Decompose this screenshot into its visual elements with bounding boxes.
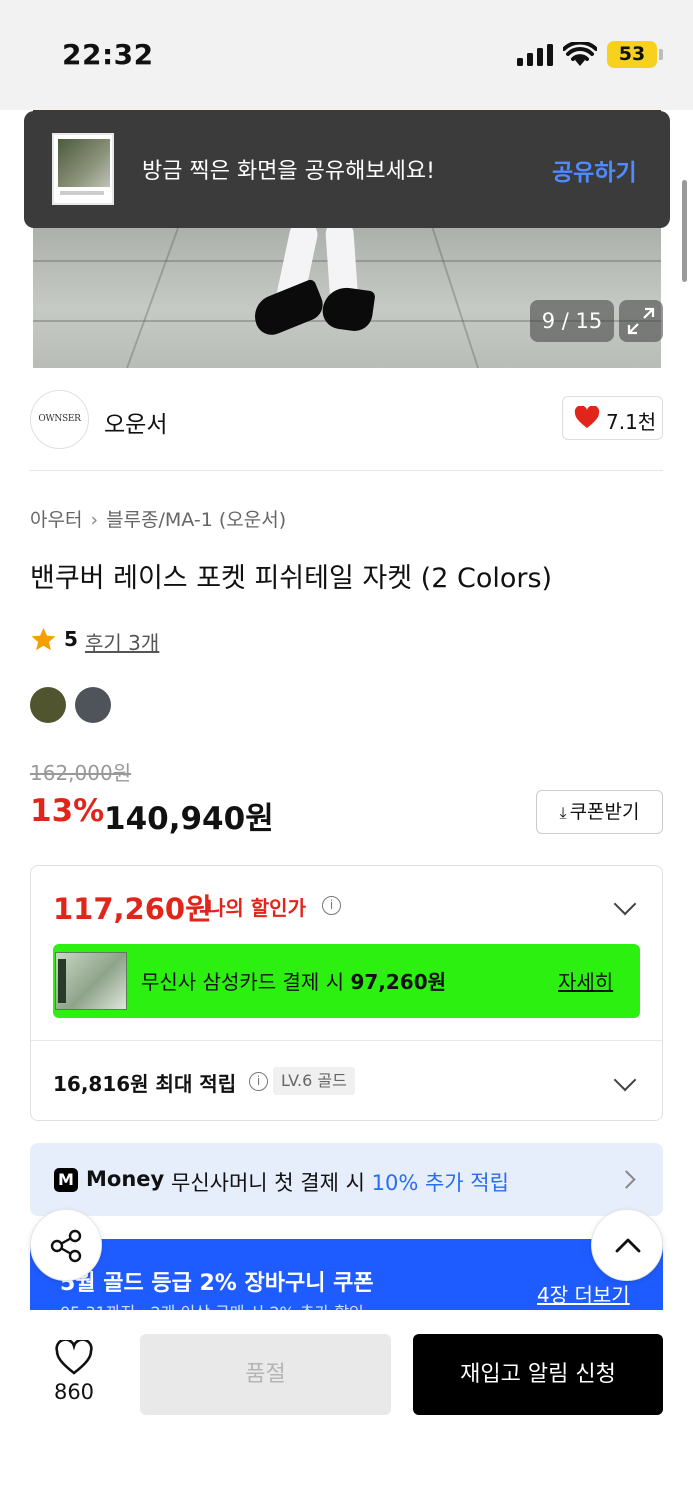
wifi-icon	[563, 42, 597, 66]
brand-like-button[interactable]: 7.1천	[562, 396, 663, 440]
review-link[interactable]: 후기 3개	[85, 627, 159, 656]
battery-indicator: 53	[607, 41, 657, 68]
expand-icon	[627, 307, 655, 335]
bottom-action-bar: 860 품절 재입고 알림 신청	[0, 1310, 693, 1500]
breadcrumb-subcategory[interactable]: 블루종/MA-1 (오운서)	[106, 509, 286, 531]
card-promo-banner[interactable]: 무신사 삼성카드 결제 시 97,260원 자세히	[53, 944, 640, 1018]
sale-price: 140,940원	[104, 801, 274, 837]
coupon-more-link[interactable]: 4장 더보기	[537, 1279, 630, 1308]
card-image	[55, 952, 127, 1010]
coupon-button[interactable]: ⤓ 쿠폰받기	[536, 790, 663, 834]
star-icon	[31, 627, 56, 651]
coupon-button-label: 쿠폰받기	[569, 801, 640, 823]
screenshot-thumbnail[interactable]	[52, 133, 114, 205]
discount-rate: 13%	[30, 793, 105, 829]
chevron-down-icon[interactable]	[613, 892, 637, 916]
divider	[31, 1040, 662, 1041]
card-promo-detail-link[interactable]: 자세히	[558, 966, 613, 995]
membership-level-badge: LV.6 골드	[273, 1067, 355, 1095]
breadcrumb: 아우터 › 블루종/MA-1 (오운서)	[30, 505, 286, 532]
musinsa-money-banner[interactable]: M Money 무신사머니 첫 결제 시 10% 추가 적립	[30, 1143, 663, 1216]
max-points-text: 16,816원 최대 적립	[53, 1072, 237, 1096]
status-bar: 22:32 53	[0, 0, 693, 110]
download-icon: ⤓	[559, 803, 567, 822]
money-brand: Money	[86, 1167, 165, 1191]
benefit-box: 117,260원 나의 할인가 i 무신사 삼성카드 결제 시 97,260원 …	[30, 865, 663, 1121]
share-toast: 방금 찍은 화면을 공유해보세요! 공유하기	[24, 111, 670, 228]
wish-count: 860	[53, 1380, 95, 1404]
info-icon[interactable]: i	[249, 1072, 268, 1091]
chevron-down-icon[interactable]	[613, 1068, 637, 1092]
brand-like-count: 7.1천	[606, 410, 657, 434]
cellular-signal-icon	[517, 44, 553, 66]
coupon-banner[interactable]: 5월 골드 등급 2% 장바구니 쿠폰 4장 더보기 05.31까지 · 2개 …	[30, 1239, 663, 1314]
scroll-indicator[interactable]	[682, 180, 687, 282]
rating-score: 5	[64, 627, 78, 651]
scroll-top-button[interactable]	[591, 1209, 663, 1281]
heart-icon	[574, 406, 600, 428]
money-logo-icon: M	[54, 1168, 78, 1192]
color-swatch-charcoal[interactable]	[75, 687, 111, 723]
expand-button[interactable]	[619, 300, 663, 342]
brand-name[interactable]: 오운서	[104, 405, 167, 439]
info-icon[interactable]: i	[322, 896, 341, 915]
breadcrumb-separator-icon: ›	[90, 509, 99, 531]
color-swatch-olive[interactable]	[30, 687, 66, 723]
original-price: 162,000원	[30, 761, 132, 785]
heart-icon[interactable]	[54, 1340, 94, 1376]
money-promo-text: 무신사머니 첫 결제 시 10% 추가 적립	[171, 1171, 509, 1195]
toast-message: 방금 찍은 화면을 공유해보세요!	[142, 159, 435, 184]
toast-share-button[interactable]: 공유하기	[552, 153, 637, 187]
chevron-right-icon	[617, 1170, 636, 1189]
brand-row: OWNSER 오운서 7.1천	[30, 390, 663, 450]
share-button[interactable]	[30, 1209, 102, 1281]
my-discount-price: 117,260원	[53, 892, 212, 926]
card-promo-text: 무신사 삼성카드 결제 시 97,260원	[141, 970, 447, 994]
my-discount-price-label: 나의 할인가	[207, 896, 306, 920]
battery-nub	[659, 49, 663, 60]
restock-alert-button[interactable]: 재입고 알림 신청	[413, 1334, 663, 1415]
share-icon	[50, 1229, 82, 1263]
divider	[30, 470, 663, 471]
brand-logo[interactable]: OWNSER	[30, 390, 89, 449]
image-counter: 9 / 15	[530, 300, 614, 342]
chevron-up-icon	[615, 1238, 641, 1253]
breadcrumb-category[interactable]: 아우터	[30, 509, 82, 531]
coupon-banner-title: 5월 골드 등급 2% 장바구니 쿠폰	[60, 1271, 374, 1296]
status-time: 22:32	[62, 38, 154, 71]
soldout-button[interactable]: 품절	[140, 1334, 391, 1415]
product-title: 밴쿠버 레이스 포켓 피쉬테일 자켓 (2 Colors)	[30, 563, 553, 594]
